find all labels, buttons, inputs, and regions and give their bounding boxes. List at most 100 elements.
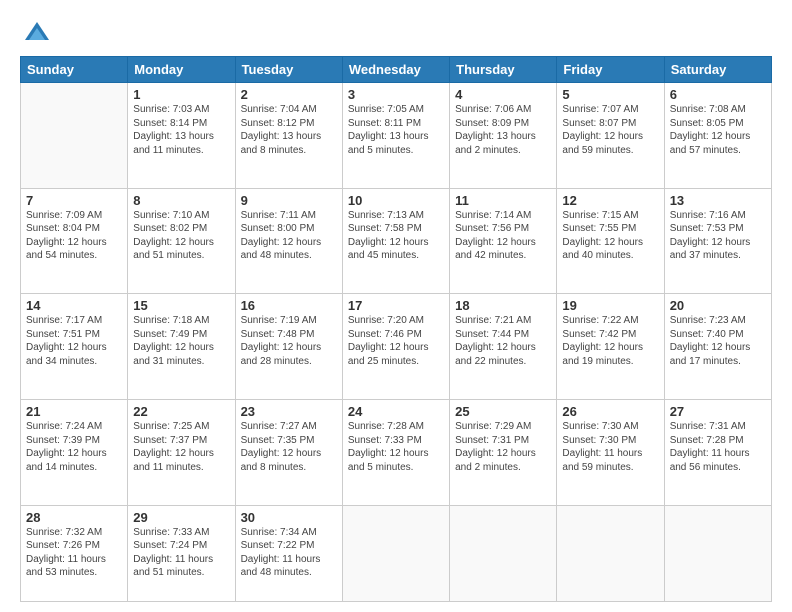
- calendar-cell: 17Sunrise: 7:20 AM Sunset: 7:46 PM Dayli…: [342, 294, 449, 400]
- day-number: 26: [562, 404, 658, 419]
- calendar-cell: 16Sunrise: 7:19 AM Sunset: 7:48 PM Dayli…: [235, 294, 342, 400]
- calendar-cell: [664, 505, 771, 601]
- day-number: 20: [670, 298, 766, 313]
- day-number: 21: [26, 404, 122, 419]
- day-number: 14: [26, 298, 122, 313]
- day-number: 6: [670, 87, 766, 102]
- week-row-1: 1Sunrise: 7:03 AM Sunset: 8:14 PM Daylig…: [21, 83, 772, 189]
- day-info: Sunrise: 7:10 AM Sunset: 8:02 PM Dayligh…: [133, 209, 229, 263]
- day-info: Sunrise: 7:28 AM Sunset: 7:33 PM Dayligh…: [348, 420, 444, 474]
- calendar-cell: 26Sunrise: 7:30 AM Sunset: 7:30 PM Dayli…: [557, 400, 664, 506]
- day-info: Sunrise: 7:05 AM Sunset: 8:11 PM Dayligh…: [348, 103, 444, 157]
- calendar-cell: 29Sunrise: 7:33 AM Sunset: 7:24 PM Dayli…: [128, 505, 235, 601]
- weekday-header-sunday: Sunday: [21, 57, 128, 83]
- weekday-header-thursday: Thursday: [450, 57, 557, 83]
- calendar-cell: 10Sunrise: 7:13 AM Sunset: 7:58 PM Dayli…: [342, 188, 449, 294]
- day-number: 16: [241, 298, 337, 313]
- calendar-cell: 15Sunrise: 7:18 AM Sunset: 7:49 PM Dayli…: [128, 294, 235, 400]
- day-info: Sunrise: 7:24 AM Sunset: 7:39 PM Dayligh…: [26, 420, 122, 474]
- day-info: Sunrise: 7:25 AM Sunset: 7:37 PM Dayligh…: [133, 420, 229, 474]
- day-info: Sunrise: 7:30 AM Sunset: 7:30 PM Dayligh…: [562, 420, 658, 474]
- week-row-5: 28Sunrise: 7:32 AM Sunset: 7:26 PM Dayli…: [21, 505, 772, 601]
- day-info: Sunrise: 7:23 AM Sunset: 7:40 PM Dayligh…: [670, 314, 766, 368]
- day-info: Sunrise: 7:06 AM Sunset: 8:09 PM Dayligh…: [455, 103, 551, 157]
- weekday-header-monday: Monday: [128, 57, 235, 83]
- day-number: 25: [455, 404, 551, 419]
- calendar-cell: 4Sunrise: 7:06 AM Sunset: 8:09 PM Daylig…: [450, 83, 557, 189]
- calendar-cell: 14Sunrise: 7:17 AM Sunset: 7:51 PM Dayli…: [21, 294, 128, 400]
- week-row-4: 21Sunrise: 7:24 AM Sunset: 7:39 PM Dayli…: [21, 400, 772, 506]
- calendar-cell: 28Sunrise: 7:32 AM Sunset: 7:26 PM Dayli…: [21, 505, 128, 601]
- calendar-cell: 24Sunrise: 7:28 AM Sunset: 7:33 PM Dayli…: [342, 400, 449, 506]
- day-number: 11: [455, 193, 551, 208]
- day-number: 9: [241, 193, 337, 208]
- calendar-cell: 3Sunrise: 7:05 AM Sunset: 8:11 PM Daylig…: [342, 83, 449, 189]
- day-number: 3: [348, 87, 444, 102]
- calendar-cell: 25Sunrise: 7:29 AM Sunset: 7:31 PM Dayli…: [450, 400, 557, 506]
- calendar-cell: 5Sunrise: 7:07 AM Sunset: 8:07 PM Daylig…: [557, 83, 664, 189]
- calendar-cell: 13Sunrise: 7:16 AM Sunset: 7:53 PM Dayli…: [664, 188, 771, 294]
- calendar-cell: [450, 505, 557, 601]
- calendar-cell: 18Sunrise: 7:21 AM Sunset: 7:44 PM Dayli…: [450, 294, 557, 400]
- day-number: 19: [562, 298, 658, 313]
- day-info: Sunrise: 7:09 AM Sunset: 8:04 PM Dayligh…: [26, 209, 122, 263]
- day-info: Sunrise: 7:08 AM Sunset: 8:05 PM Dayligh…: [670, 103, 766, 157]
- day-number: 7: [26, 193, 122, 208]
- logo-icon: [23, 18, 51, 46]
- day-info: Sunrise: 7:34 AM Sunset: 7:22 PM Dayligh…: [241, 526, 337, 580]
- calendar-cell: 19Sunrise: 7:22 AM Sunset: 7:42 PM Dayli…: [557, 294, 664, 400]
- calendar-cell: 22Sunrise: 7:25 AM Sunset: 7:37 PM Dayli…: [128, 400, 235, 506]
- day-info: Sunrise: 7:19 AM Sunset: 7:48 PM Dayligh…: [241, 314, 337, 368]
- day-number: 10: [348, 193, 444, 208]
- calendar-cell: [557, 505, 664, 601]
- day-info: Sunrise: 7:13 AM Sunset: 7:58 PM Dayligh…: [348, 209, 444, 263]
- day-info: Sunrise: 7:17 AM Sunset: 7:51 PM Dayligh…: [26, 314, 122, 368]
- calendar-cell: 27Sunrise: 7:31 AM Sunset: 7:28 PM Dayli…: [664, 400, 771, 506]
- day-number: 24: [348, 404, 444, 419]
- calendar-cell: 23Sunrise: 7:27 AM Sunset: 7:35 PM Dayli…: [235, 400, 342, 506]
- day-number: 5: [562, 87, 658, 102]
- week-row-3: 14Sunrise: 7:17 AM Sunset: 7:51 PM Dayli…: [21, 294, 772, 400]
- calendar-cell: 6Sunrise: 7:08 AM Sunset: 8:05 PM Daylig…: [664, 83, 771, 189]
- logo: [20, 18, 51, 46]
- weekday-header-saturday: Saturday: [664, 57, 771, 83]
- weekday-header-row: SundayMondayTuesdayWednesdayThursdayFrid…: [21, 57, 772, 83]
- calendar-cell: 1Sunrise: 7:03 AM Sunset: 8:14 PM Daylig…: [128, 83, 235, 189]
- day-info: Sunrise: 7:18 AM Sunset: 7:49 PM Dayligh…: [133, 314, 229, 368]
- calendar-cell: [21, 83, 128, 189]
- weekday-header-tuesday: Tuesday: [235, 57, 342, 83]
- day-number: 1: [133, 87, 229, 102]
- day-info: Sunrise: 7:03 AM Sunset: 8:14 PM Dayligh…: [133, 103, 229, 157]
- day-number: 23: [241, 404, 337, 419]
- day-info: Sunrise: 7:31 AM Sunset: 7:28 PM Dayligh…: [670, 420, 766, 474]
- day-info: Sunrise: 7:22 AM Sunset: 7:42 PM Dayligh…: [562, 314, 658, 368]
- day-info: Sunrise: 7:07 AM Sunset: 8:07 PM Dayligh…: [562, 103, 658, 157]
- day-info: Sunrise: 7:20 AM Sunset: 7:46 PM Dayligh…: [348, 314, 444, 368]
- day-number: 2: [241, 87, 337, 102]
- calendar-cell: 7Sunrise: 7:09 AM Sunset: 8:04 PM Daylig…: [21, 188, 128, 294]
- day-info: Sunrise: 7:16 AM Sunset: 7:53 PM Dayligh…: [670, 209, 766, 263]
- week-row-2: 7Sunrise: 7:09 AM Sunset: 8:04 PM Daylig…: [21, 188, 772, 294]
- day-number: 17: [348, 298, 444, 313]
- day-info: Sunrise: 7:32 AM Sunset: 7:26 PM Dayligh…: [26, 526, 122, 580]
- day-info: Sunrise: 7:27 AM Sunset: 7:35 PM Dayligh…: [241, 420, 337, 474]
- day-info: Sunrise: 7:29 AM Sunset: 7:31 PM Dayligh…: [455, 420, 551, 474]
- day-number: 27: [670, 404, 766, 419]
- calendar-cell: [342, 505, 449, 601]
- day-number: 18: [455, 298, 551, 313]
- calendar-cell: 11Sunrise: 7:14 AM Sunset: 7:56 PM Dayli…: [450, 188, 557, 294]
- day-number: 4: [455, 87, 551, 102]
- calendar-table: SundayMondayTuesdayWednesdayThursdayFrid…: [20, 56, 772, 602]
- calendar-cell: 30Sunrise: 7:34 AM Sunset: 7:22 PM Dayli…: [235, 505, 342, 601]
- day-info: Sunrise: 7:33 AM Sunset: 7:24 PM Dayligh…: [133, 526, 229, 580]
- day-info: Sunrise: 7:15 AM Sunset: 7:55 PM Dayligh…: [562, 209, 658, 263]
- day-number: 29: [133, 510, 229, 525]
- weekday-header-wednesday: Wednesday: [342, 57, 449, 83]
- day-number: 28: [26, 510, 122, 525]
- page: SundayMondayTuesdayWednesdayThursdayFrid…: [0, 0, 792, 612]
- day-number: 15: [133, 298, 229, 313]
- day-info: Sunrise: 7:04 AM Sunset: 8:12 PM Dayligh…: [241, 103, 337, 157]
- day-number: 12: [562, 193, 658, 208]
- day-number: 8: [133, 193, 229, 208]
- calendar-cell: 20Sunrise: 7:23 AM Sunset: 7:40 PM Dayli…: [664, 294, 771, 400]
